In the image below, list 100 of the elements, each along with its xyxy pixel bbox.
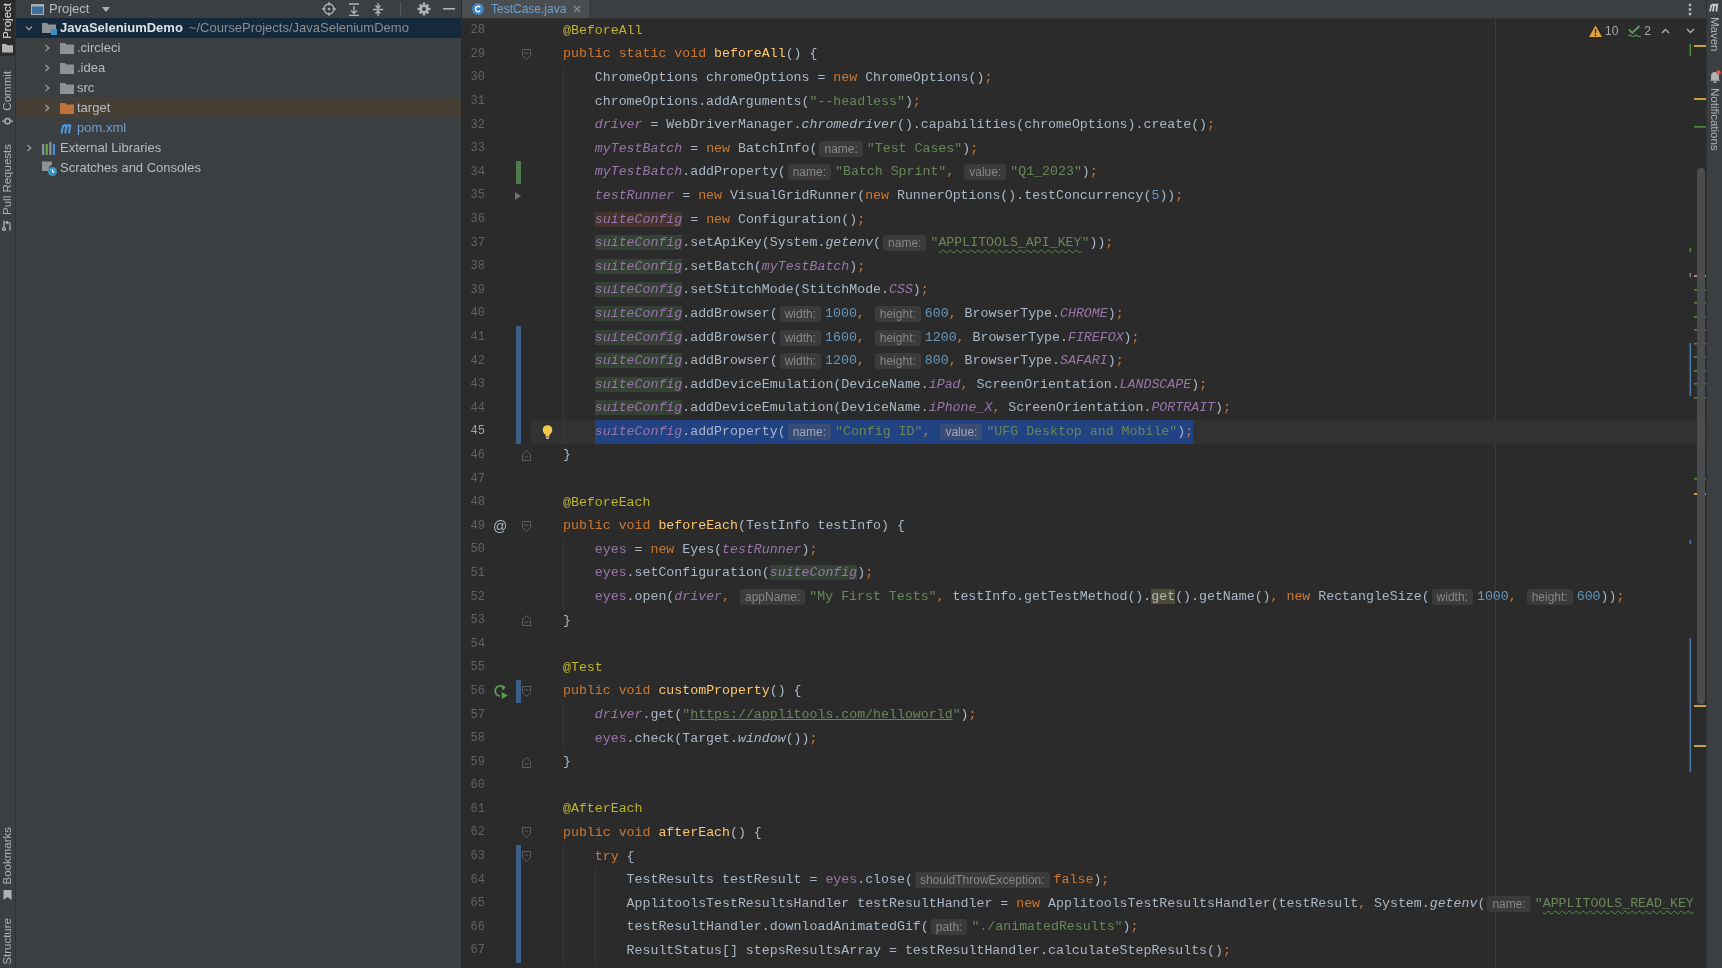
code-text: myTestBatch = new BatchInfo( <box>594 139 818 158</box>
line-number: 66 <box>469 919 485 935</box>
parameter-hint: name: <box>883 235 927 252</box>
minimize-icon[interactable] <box>443 8 455 10</box>
editor-tab[interactable]: TestCase.java <box>462 0 590 18</box>
chevron-right-icon[interactable] <box>25 144 33 152</box>
tree-item[interactable]: target <box>16 98 461 118</box>
code-text: @AfterEach <box>563 800 643 819</box>
tree-item[interactable]: src <box>16 78 461 98</box>
code-text: suiteConfig.setStitchMode(StitchMode.CSS); <box>594 281 929 300</box>
module-folder-icon <box>42 21 57 35</box>
tool-window-button[interactable]: Structure <box>0 915 15 968</box>
fold-icon[interactable] <box>521 685 531 697</box>
code-text: @BeforeAll <box>563 21 643 40</box>
change-bar[interactable] <box>515 844 521 869</box>
arrow-down-line-icon[interactable] <box>348 2 360 16</box>
chevron-right-icon[interactable] <box>43 44 51 52</box>
line-number: 36 <box>469 212 485 228</box>
tree-item[interactable]: JavaSeleniumDemo ~/CourseProjects/JavaSeleniumDemo <box>16 18 461 38</box>
letter-m-icon <box>1708 2 1721 12</box>
tool-window-button[interactable]: Notifications <box>1707 69 1722 151</box>
tree-item[interactable]: External Libraries <box>16 138 461 158</box>
change-bar[interactable] <box>515 325 521 350</box>
folder-icon <box>60 42 74 54</box>
tool-window-button[interactable]: Maven <box>1707 2 1722 52</box>
close-icon[interactable] <box>573 5 582 13</box>
line-number: 34 <box>469 164 485 180</box>
code-text: suiteConfig.setBatch(myTestBatch); <box>594 257 866 276</box>
change-bar[interactable] <box>515 679 521 704</box>
line-number: 57 <box>469 707 485 723</box>
tool-window-button[interactable]: Bookmarks <box>0 823 15 904</box>
line-number: 52 <box>469 589 485 605</box>
code-text: ResultStatus[] stepsResultsArray = testResultHandler.calculateStepResults(); <box>626 941 1231 960</box>
change-bar[interactable] <box>515 939 521 963</box>
parameter-hint: name: <box>819 140 863 157</box>
line-number: 33 <box>469 141 485 157</box>
code-text: public static void beforeAll() { <box>563 45 818 64</box>
line-number: 37 <box>469 235 485 251</box>
chevron-up-icon[interactable] <box>1661 28 1670 34</box>
code-text: "./animatedResults"); <box>971 918 1139 937</box>
fold-icon[interactable] <box>521 827 531 839</box>
gear-icon[interactable] <box>417 2 431 16</box>
line-number: 28 <box>469 23 485 39</box>
code-text: @BeforeEach <box>563 493 651 512</box>
parameter-hint: name: <box>787 164 831 181</box>
tool-window-button[interactable]: Project <box>0 0 15 56</box>
line-number: 54 <box>469 636 485 652</box>
line-number: 62 <box>469 825 485 841</box>
more-icon[interactable] <box>1688 2 1692 16</box>
chevron-down-icon[interactable] <box>1686 28 1695 34</box>
fold-icon[interactable] <box>521 756 531 768</box>
tree-item[interactable]: Scratches and Consoles <box>16 158 461 178</box>
parameter-hint: value: <box>964 164 1007 181</box>
crosshair-icon[interactable] <box>322 2 336 16</box>
gutter-marker[interactable]: @ <box>492 518 508 534</box>
folder-path: ~/CourseProjects/JavaSeleniumDemo <box>188 20 409 36</box>
tree-item[interactable]: .idea <box>16 58 461 78</box>
change-bar[interactable] <box>515 420 521 444</box>
code-text: testRunner = new VisualGridRunner(new RunnerOptions().testConcurrency(5)); <box>594 186 1184 205</box>
code-text: 600, BrowserType.CHROME); <box>924 304 1124 323</box>
tool-window-button[interactable]: Pull Requests <box>0 141 15 235</box>
line-number: 61 <box>469 801 485 817</box>
code-text: chromeOptions.addArguments("--headless"); <box>594 92 921 111</box>
code-text: "Q1_2023"); <box>1010 163 1098 182</box>
clock-file-icon <box>42 160 57 176</box>
tree-item[interactable]: .circleci <box>16 38 461 58</box>
parameter-hint: height: <box>1526 589 1573 606</box>
code-text: public void afterEach() { <box>563 824 762 842</box>
warning-icon[interactable] <box>1588 25 1602 37</box>
tree-item[interactable]: pom.xml <box>16 118 461 138</box>
line-number: 40 <box>469 306 485 322</box>
code-text: suiteConfig.addProperty( <box>594 422 786 441</box>
fold-icon[interactable] <box>521 450 531 461</box>
parameter-hint: name: <box>787 423 831 440</box>
parameter-hint: width: <box>1431 589 1473 606</box>
scrollbar-thumb[interactable] <box>1697 168 1705 704</box>
url-link[interactable]: https://applitools.com/helloworld <box>690 707 953 722</box>
line-number: 48 <box>469 495 485 511</box>
fold-icon[interactable] <box>521 48 531 60</box>
fold-icon[interactable] <box>521 520 531 532</box>
check-icon[interactable] <box>1628 25 1642 37</box>
view-selector[interactable]: Project <box>31 1 111 17</box>
change-bar[interactable] <box>515 160 521 185</box>
code-text: public void beforeEach(TestInfo testInfo) { <box>563 517 905 536</box>
parameter-hint: appName: <box>739 589 806 606</box>
letter-m-icon <box>60 122 74 134</box>
fold-icon[interactable] <box>521 615 531 627</box>
tool-window-button[interactable]: Commit <box>0 67 15 130</box>
run-icon[interactable] <box>492 683 508 699</box>
bars-icon <box>42 141 57 155</box>
arrows-to-line-icon[interactable] <box>372 2 384 16</box>
code-text: suiteConfig.addDeviceEmulation(DeviceName.iPad, ScreenOrientation.LANDSCAPE); <box>594 375 1208 394</box>
line-number: 47 <box>469 471 485 487</box>
lightbulb-icon[interactable] <box>541 424 553 439</box>
fold-icon[interactable] <box>521 851 531 863</box>
chevron-down-icon[interactable] <box>25 24 33 32</box>
chevron-right-icon[interactable] <box>43 84 51 92</box>
triangle-marker-icon[interactable] <box>515 191 521 200</box>
chevron-right-icon[interactable] <box>43 64 51 72</box>
chevron-right-icon[interactable] <box>43 104 51 112</box>
